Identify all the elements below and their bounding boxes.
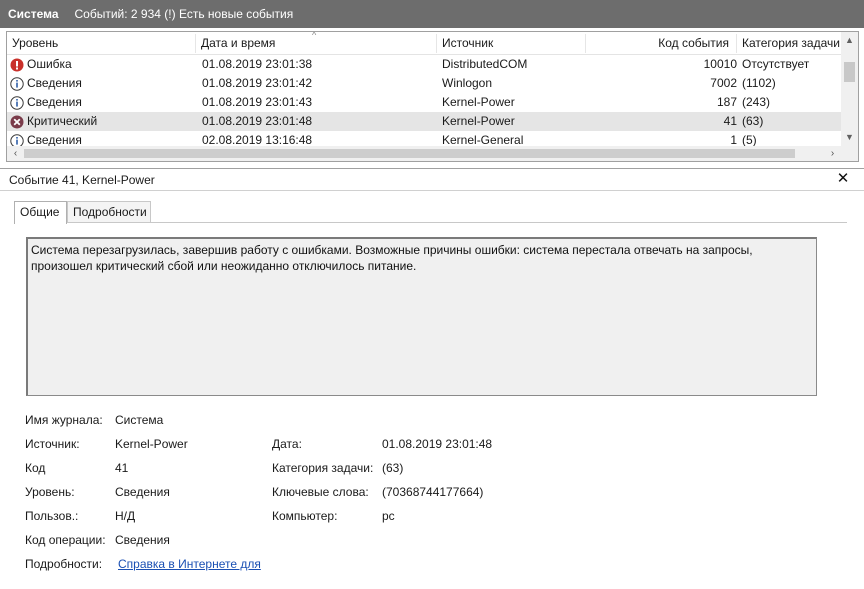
user-value: Н/Д xyxy=(115,509,136,523)
source-cell: DistributedCOM xyxy=(442,57,528,71)
keywords-value: (70368744177664) xyxy=(382,485,484,499)
event-code-value: 41 xyxy=(115,461,129,475)
event-message-box[interactable]: Система перезагрузилась, завершив работу… xyxy=(26,237,817,396)
info-icon xyxy=(10,133,24,147)
task-category-value: (63) xyxy=(382,461,404,475)
log-title: Система xyxy=(8,7,59,21)
category-cell: (63) xyxy=(742,114,764,128)
level-cell: Сведения xyxy=(10,74,195,93)
info-icon xyxy=(10,95,24,110)
opcode-value: Сведения xyxy=(115,533,170,547)
column-header-source[interactable]: Источник xyxy=(437,32,585,55)
log-name-label: Имя журнала: xyxy=(25,413,103,427)
level-cell: Критический xyxy=(10,112,195,131)
column-header-category[interactable]: Категория задачи xyxy=(737,32,841,55)
log-name-value: Система xyxy=(115,413,164,427)
task-category-label: Категория задачи: xyxy=(272,461,374,475)
level-cell: Сведения xyxy=(10,131,195,147)
event-code-label: Код xyxy=(25,461,46,475)
info-icon xyxy=(10,76,24,91)
keywords-label: Ключевые слова: xyxy=(272,485,369,499)
source-label: Источник: xyxy=(25,437,80,451)
tab-divider xyxy=(14,222,847,223)
level-text: Сведения xyxy=(27,76,82,90)
table-row[interactable]: Ошибка 01.08.2019 23:01:38 DistributedCO… xyxy=(7,55,841,74)
date-cell: 01.08.2019 23:01:43 xyxy=(202,95,313,109)
category-cell: (243) xyxy=(742,95,771,109)
level-label: Уровень: xyxy=(25,485,75,499)
source-cell: Kernel-Power xyxy=(442,95,515,109)
level-text: Сведения xyxy=(27,133,82,147)
level-text: Ошибка xyxy=(27,57,72,71)
category-cell: (1102) xyxy=(742,76,776,90)
computer-value: pc xyxy=(382,509,395,523)
date-cell: 01.08.2019 23:01:42 xyxy=(202,76,313,90)
computer-label: Компьютер: xyxy=(272,509,338,523)
table-row[interactable]: Сведения 01.08.2019 23:01:42 Winlogon 70… xyxy=(7,74,841,93)
source-cell: Winlogon xyxy=(442,76,493,90)
horizontal-scrollbar[interactable]: ‹ › xyxy=(7,146,858,161)
tab-general[interactable]: Общие xyxy=(14,201,67,224)
table-row-selected[interactable]: Критический 01.08.2019 23:01:48 Kernel-P… xyxy=(7,112,841,131)
level-text: Критический xyxy=(27,114,98,128)
detail-title: Событие 41, Kernel-Power xyxy=(9,173,155,187)
column-header-level[interactable]: Уровень xyxy=(7,32,195,55)
source-value: Kernel-Power xyxy=(115,437,188,451)
log-title-bar: Система Событий: 2 934 (!) Есть новые со… xyxy=(0,0,864,28)
level-text: Сведения xyxy=(27,95,82,109)
grid-rows: Ошибка 01.08.2019 23:01:38 DistributedCO… xyxy=(7,55,841,147)
grid-header: Уровень Дата и время ^ Источник Код собы… xyxy=(7,32,841,55)
scroll-down-icon[interactable]: ▼ xyxy=(841,129,858,146)
critical-icon xyxy=(10,115,24,129)
opcode-label: Код операции: xyxy=(25,533,106,547)
event-code-cell: 10010 xyxy=(703,57,737,71)
date-value: 01.08.2019 23:01:48 xyxy=(382,437,493,451)
source-cell: Kernel-Power xyxy=(442,114,515,128)
close-icon[interactable]: ✕ xyxy=(835,170,851,188)
scroll-right-icon[interactable]: › xyxy=(824,146,841,161)
error-icon xyxy=(10,58,24,72)
tab-details[interactable]: Подробности xyxy=(67,201,151,223)
event-code-cell: 41 xyxy=(723,114,737,128)
user-label: Пользов.: xyxy=(25,509,79,523)
sort-ascending-icon: ^ xyxy=(312,31,317,40)
event-code-cell: 187 xyxy=(716,95,737,109)
date-cell: 01.08.2019 23:01:48 xyxy=(202,114,313,128)
detail-header: Событие 41, Kernel-Power ✕ xyxy=(0,169,864,191)
category-cell: Отсутствует xyxy=(742,57,810,71)
event-detail-pane: Событие 41, Kernel-Power ✕ Общие Подробн… xyxy=(0,168,864,589)
level-value: Сведения xyxy=(115,485,170,499)
event-count-info: Событий: 2 934 (!) Есть новые события xyxy=(74,7,294,21)
event-code-cell: 1 xyxy=(730,133,737,147)
source-cell: Kernel-General xyxy=(442,133,524,147)
level-cell: Сведения xyxy=(10,93,195,112)
scroll-thumb[interactable] xyxy=(844,62,855,82)
level-cell: Ошибка xyxy=(10,55,195,74)
online-help-link[interactable]: Справка в Интернете для xyxy=(118,557,261,571)
scroll-left-icon[interactable]: ‹ xyxy=(7,146,24,161)
scroll-up-icon[interactable]: ▲ xyxy=(841,32,858,49)
details-label: Подробности: xyxy=(25,557,103,571)
table-row[interactable]: Сведения 01.08.2019 23:01:43 Kernel-Powe… xyxy=(7,93,841,112)
category-cell: (5) xyxy=(742,133,757,147)
events-grid[interactable]: Уровень Дата и время ^ Источник Код собы… xyxy=(6,31,859,162)
date-label: Дата: xyxy=(272,437,302,451)
table-row[interactable]: Сведения 02.08.2019 13:16:48 Kernel-Gene… xyxy=(7,131,841,147)
scroll-thumb[interactable] xyxy=(24,149,795,158)
date-cell: 02.08.2019 13:16:48 xyxy=(202,133,313,147)
vertical-scrollbar[interactable]: ▲ ▼ xyxy=(841,32,858,146)
date-cell: 01.08.2019 23:01:38 xyxy=(202,57,313,71)
event-code-cell: 7002 xyxy=(710,76,737,90)
column-header-event-code[interactable]: Код события xyxy=(586,32,736,55)
